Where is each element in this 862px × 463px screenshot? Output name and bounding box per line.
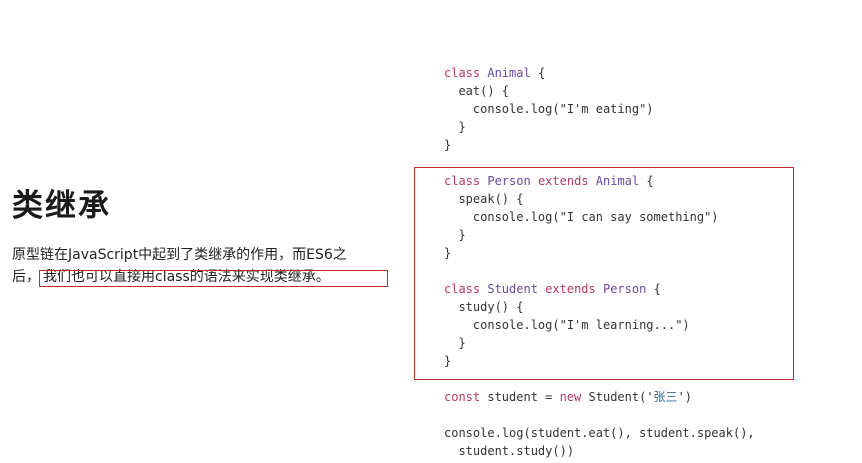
code-line: const student = new Student('张三') [444, 390, 692, 404]
code-line: study() { [444, 300, 524, 314]
code-line: } [444, 354, 452, 368]
code-class-name: Animal [487, 66, 531, 80]
code-text: ') [677, 390, 693, 404]
code-block-animal: class Animal { eat() { console.log("I'm … [444, 64, 654, 154]
code-line: } [444, 120, 466, 134]
code-text: { [530, 66, 546, 80]
code-line: class Person extends Animal { [444, 174, 654, 188]
code-text: { [639, 174, 654, 188]
code-line: console.log(student.eat(), student.speak… [444, 426, 755, 440]
code-class-name: Person [487, 174, 531, 188]
code-text: student = [480, 390, 560, 404]
code-line: } [444, 228, 466, 242]
code-line: eat() { [444, 84, 510, 98]
code-line: } [444, 336, 466, 350]
code-line: console.log("I can say something") [444, 210, 719, 224]
code-keyword: extends [537, 174, 589, 188]
description-highlight-box [39, 270, 388, 287]
code-class-name: Person [602, 282, 647, 296]
code-keyword: class [444, 66, 481, 80]
code-line: class Animal { [444, 66, 545, 80]
code-line: speak() { [444, 192, 524, 206]
code-line: class Student extends Person { [444, 282, 661, 296]
code-block-person: class Person extends Animal { speak() { … [444, 172, 719, 262]
code-keyword: class [444, 282, 481, 296]
code-string: 张三 [653, 390, 678, 404]
code-block-student: class Student extends Person { study() {… [444, 280, 690, 370]
code-class-name: Animal [595, 174, 640, 188]
description-line-1: 原型链在JavaScript中起到了类继承的作用，而ES6之 [12, 247, 347, 263]
code-line: } [444, 138, 452, 152]
code-text: Student(' [581, 390, 654, 404]
code-block-usage: const student = new Student('张三') consol… [444, 388, 755, 460]
code-line: } [444, 246, 452, 260]
code-line: console.log("I'm learning...") [444, 318, 690, 332]
code-keyword: const [444, 390, 481, 404]
slide-title: 类继承 [12, 188, 111, 224]
code-line: console.log("I'm eating") [444, 102, 654, 116]
code-text: { [646, 282, 661, 296]
code-keyword: class [444, 174, 481, 188]
code-line: student.study()) [444, 444, 575, 458]
code-keyword: new [559, 390, 582, 404]
description-prefix: 后， [12, 269, 40, 285]
code-keyword: extends [545, 282, 596, 296]
code-class-name: Student [487, 282, 538, 296]
